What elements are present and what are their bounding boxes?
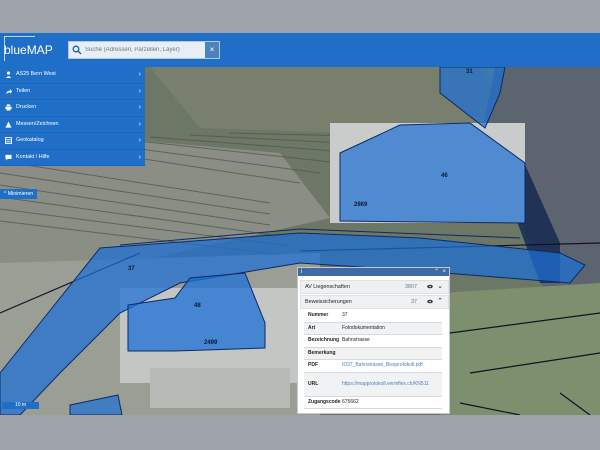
attribute-value: 675662	[342, 398, 359, 405]
parcel-label: 48	[194, 303, 201, 309]
attribute-key: Zugangscode	[308, 398, 341, 405]
top-bar: blueMAP ×	[0, 33, 600, 67]
sidebar-item-catalog[interactable]: Geokatalog ›	[0, 133, 145, 150]
sidebar-item-label: AS25 Bern West	[16, 71, 56, 77]
share-icon	[5, 88, 12, 94]
attribute-key: Bezeichnung	[308, 337, 340, 343]
map-app: 31 46 2869 37 48 2499 blueMAP × AS25 Ber…	[0, 33, 600, 415]
chevron-right-icon: ›	[138, 71, 141, 78]
attribute-row: Art Fotodokumentation	[304, 322, 442, 335]
chevron-right-icon: ›	[138, 120, 141, 128]
eye-icon[interactable]	[427, 299, 433, 304]
ruler-icon	[5, 120, 12, 128]
layer-row-av-liegenschaften[interactable]: AV Liegenschaften 3807 ⌄	[300, 280, 449, 294]
attribute-table: Nummer 37 Art Fotodokumentation Bezeichn…	[304, 310, 442, 409]
eye-icon[interactable]	[427, 284, 433, 289]
sidebar-item-contact[interactable]: Kontakt / Hilfe ›	[0, 149, 145, 166]
sidebar-item-label: Drucken	[16, 104, 37, 110]
parcel-label: 2499	[204, 340, 218, 346]
parcel-label: 46	[441, 173, 448, 179]
attribute-row: Bezeichnung Bahnstrasse	[304, 335, 442, 348]
print-icon	[5, 104, 12, 111]
parcel-label: 2869	[354, 202, 368, 208]
layer-count: 37	[411, 299, 417, 305]
search-icon[interactable]	[72, 45, 82, 55]
chevron-up-icon[interactable]: ⌃	[437, 296, 443, 307]
attribute-row: PDF ID37_Bahnstrasse_Bissprotokoll.pdf	[304, 360, 442, 373]
app-logo[interactable]: blueMAP	[0, 33, 60, 67]
sidebar-item-share[interactable]: Teilen ›	[0, 83, 145, 100]
search-input[interactable]	[85, 43, 195, 56]
search-box: ×	[68, 41, 220, 59]
attribute-key: Bemerkung	[308, 349, 336, 356]
attribute-row: Zugangscode 675662	[304, 397, 442, 409]
logo-corner-mark	[4, 36, 35, 61]
chevron-right-icon: ›	[138, 137, 141, 144]
panel-header[interactable]: i ⌃ ×	[298, 268, 449, 276]
attribute-value: 37	[342, 312, 348, 318]
scale-bar: 10 m	[2, 402, 39, 409]
sidebar-item-measure[interactable]: Messen/Zeichnen ›	[0, 116, 145, 133]
sidebar-item-label: Messen/Zeichnen	[16, 120, 59, 127]
chat-icon	[5, 154, 12, 161]
chevron-right-icon: ›	[138, 153, 141, 161]
minimize-button[interactable]: ^ Minimieren	[0, 189, 37, 199]
layer-count: 3807	[405, 284, 417, 290]
attribute-key: PDF	[308, 362, 318, 368]
info-icon: i	[301, 269, 303, 275]
layers-icon	[5, 137, 12, 144]
parcel-label: 37	[128, 266, 135, 272]
sidebar-item-label: Geokatalog	[16, 137, 44, 143]
sidebar-item-label: Teilen	[16, 87, 31, 94]
parcel-label: 31	[466, 69, 473, 75]
close-icon[interactable]: ×	[442, 268, 446, 276]
attribute-value: Fotodokumentation	[342, 324, 385, 331]
attribute-key: URL	[308, 380, 319, 387]
minimize-label: Minimieren	[7, 191, 34, 197]
sidebar-item-label: Kontakt / Hilfe	[16, 153, 50, 160]
url-link[interactable]: https://mapprotokoll.vermflex.ch/KN511	[342, 373, 429, 396]
chevron-right-icon: ›	[138, 87, 141, 95]
sidebar-item-account[interactable]: AS25 Bern West ›	[0, 67, 145, 84]
pdf-link[interactable]: ID37_Bahnstrasse_Bissprotokoll.pdf	[342, 360, 423, 372]
layer-name: Beweissicherungen	[305, 299, 352, 305]
layer-row-beweissicherungen[interactable]: Beweissicherungen 37 ⌃	[300, 295, 449, 309]
chevron-right-icon: ›	[138, 104, 141, 111]
attribute-row: Bemerkung	[304, 347, 442, 360]
minimize-panel-icon[interactable]: ⌃	[434, 268, 439, 276]
chevron-down-icon[interactable]: ⌄	[437, 281, 443, 292]
search-clear-button[interactable]: ×	[205, 42, 219, 58]
feature-info-panel: i ⌃ × AV Liegenschaften 3807 ⌄ Beweissic…	[297, 267, 450, 414]
attribute-value: Bahnstrasse	[342, 337, 370, 343]
user-icon	[5, 71, 12, 78]
screenshot-frame: 31 46 2869 37 48 2499 blueMAP × AS25 Ber…	[0, 0, 600, 450]
sidebar: AS25 Bern West › Teilen › Drucken › Mess…	[0, 67, 145, 199]
attribute-row: Nummer 37	[304, 310, 442, 323]
attribute-key: Nummer	[308, 312, 329, 318]
layer-name: AV Liegenschaften	[305, 284, 350, 290]
attribute-key: Art	[308, 324, 316, 331]
sidebar-item-print[interactable]: Drucken ›	[0, 100, 145, 117]
attribute-row: URL https://mapprotokoll.vermflex.ch/KN5…	[304, 372, 442, 397]
